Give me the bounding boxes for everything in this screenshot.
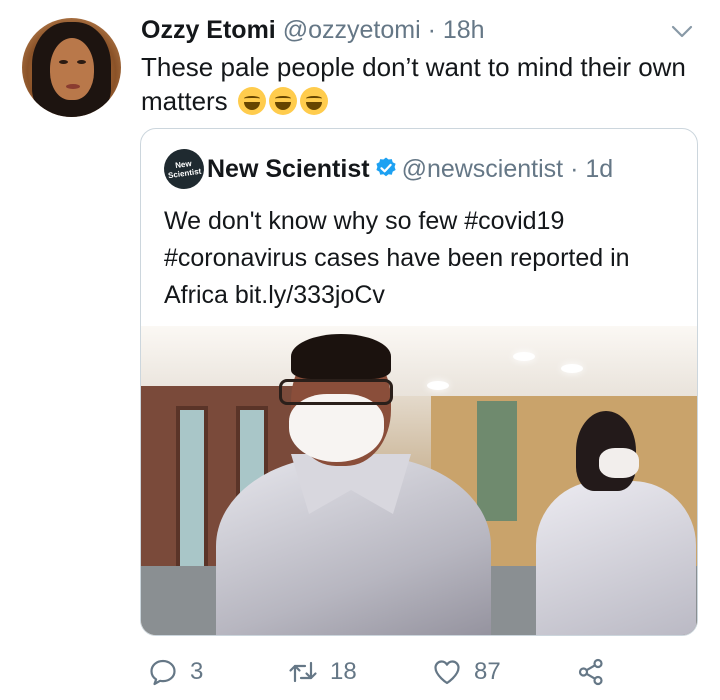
- like-button[interactable]: 87: [432, 652, 501, 692]
- avatar-eye: [77, 60, 86, 64]
- separator-dot: ·: [427, 16, 436, 44]
- avatar-face: [50, 38, 94, 100]
- share-button[interactable]: [576, 652, 618, 692]
- retweet-count: 18: [330, 658, 357, 685]
- share-icon: [578, 658, 603, 686]
- quoted-tweet-timestamp[interactable]: 1d: [585, 155, 613, 183]
- avatar-eye: [59, 60, 68, 64]
- reply-icon: [150, 659, 176, 686]
- like-count: 87: [474, 658, 501, 685]
- new-scientist-logo[interactable]: New Scientist: [161, 146, 207, 192]
- quoted-tweet-card[interactable]: New Scientist New Scientist @newscientis…: [140, 128, 698, 636]
- ceiling-light: [513, 352, 535, 361]
- quoted-author-name[interactable]: New Scientist: [207, 155, 370, 183]
- quoted-author-handle[interactable]: @newscientist: [402, 155, 564, 183]
- reply-count: 3: [190, 658, 204, 685]
- tweet-action-bar: 3 18 87: [140, 652, 700, 692]
- tweet-text: These pale people don’t want to mind the…: [141, 50, 701, 118]
- heart-icon: [434, 660, 460, 685]
- photo-man-glasses: [279, 379, 393, 405]
- photo-woman-mask: [599, 448, 639, 478]
- reply-button[interactable]: 3: [148, 652, 203, 692]
- separator-dot: ·: [570, 155, 579, 183]
- ceiling-light: [427, 381, 449, 390]
- quoted-tweet-text: We don't know why so few #covid19 #coron…: [164, 207, 630, 309]
- face-with-tears-of-joy-icon: [299, 87, 328, 115]
- retweet-icon: [289, 661, 317, 683]
- ceiling-light: [561, 364, 583, 373]
- avatar-lips: [66, 84, 80, 89]
- face-with-tears-of-joy-icon: [237, 87, 266, 115]
- face-with-tears-of-joy-icon: [268, 87, 297, 115]
- author-handle[interactable]: @ozzyetomi: [283, 16, 421, 44]
- tweet-timestamp[interactable]: 18h: [443, 16, 485, 44]
- author-avatar[interactable]: [22, 18, 121, 117]
- verified-badge-icon: [375, 157, 396, 177]
- photo-man-hair: [291, 334, 391, 379]
- photo-woman-suit: [536, 481, 696, 635]
- tweet-body: These pale people don’t want to mind the…: [141, 52, 686, 116]
- quoted-tweet-photo[interactable]: [141, 326, 697, 635]
- author-name[interactable]: Ozzy Etomi: [141, 16, 276, 44]
- photo-door: [176, 406, 208, 576]
- tweet-header: Ozzy Etomi @ozzyetomi · 18h: [141, 14, 485, 46]
- quoted-tweet-header: New Scientist @newscientist · 1d: [207, 153, 613, 185]
- photo-window: [477, 401, 517, 521]
- chevron-down-icon[interactable]: [668, 20, 696, 42]
- retweet-button[interactable]: 18: [288, 652, 357, 692]
